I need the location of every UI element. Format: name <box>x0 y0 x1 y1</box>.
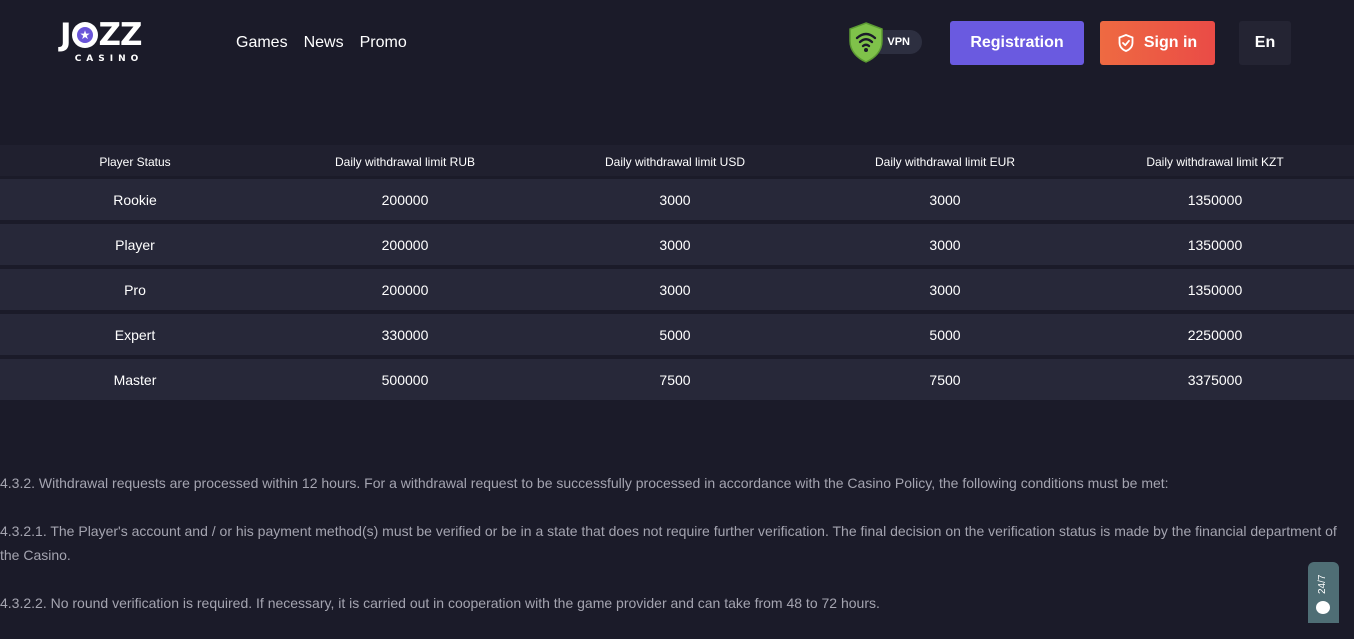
table-row: Master 500000 7500 7500 3375000 <box>0 359 1354 400</box>
table-cell: 200000 <box>381 191 429 208</box>
shield-check-icon <box>1118 34 1134 52</box>
table-cell: 1350000 <box>1187 281 1243 298</box>
site-header: J ★ ZZ CASINO Games News Promo VPN Registr… <box>0 0 1354 86</box>
table-cell: 3375000 <box>1187 371 1243 388</box>
wifi-shield-icon <box>849 22 883 63</box>
terms-paragraph: 4.3.2.2. No round verification is requir… <box>0 595 880 611</box>
withdrawal-limits-table: Player Status Daily withdrawal limit RUB… <box>0 145 1354 404</box>
vpn-badge[interactable]: VPN <box>846 21 924 63</box>
terms-paragraph: 4.3.2. Withdrawal requests are processed… <box>0 475 1169 491</box>
table-row: Player 200000 3000 3000 1350000 <box>0 224 1354 265</box>
table-header-cell: Daily withdrawal limit EUR <box>874 155 1016 169</box>
casino-chip-icon: ★ <box>71 22 98 48</box>
chat-bubble-icon <box>1316 601 1330 614</box>
registration-button[interactable]: Registration <box>950 21 1084 65</box>
table-header: Player Status Daily withdrawal limit RUB… <box>0 145 1354 179</box>
table-cell: 2250000 <box>1187 326 1243 343</box>
table-cell: Player <box>115 236 155 253</box>
registration-label: Registration <box>970 34 1064 51</box>
table-row: Rookie 200000 3000 3000 1350000 <box>0 179 1354 220</box>
nav-promo[interactable]: Promo <box>360 32 407 54</box>
sign-in-label: Sign in <box>1143 34 1198 51</box>
table-cell: 7500 <box>929 371 961 388</box>
table-cell: 3000 <box>659 281 691 298</box>
table-header-cell: Daily withdrawal limit RUB <box>334 155 476 169</box>
logo-wordmark: J ★ ZZ <box>60 17 143 53</box>
table-cell: 1350000 <box>1187 236 1243 253</box>
support-chat-button[interactable]: 24/7 <box>1308 562 1339 623</box>
table-cell: Expert <box>114 326 156 343</box>
table-cell: Pro <box>124 281 146 298</box>
language-selector[interactable]: En <box>1239 21 1291 65</box>
table-cell: 3000 <box>929 281 961 298</box>
table-cell: 3000 <box>929 236 961 253</box>
table-cell: 330000 <box>381 326 429 343</box>
table-cell: 3000 <box>659 236 691 253</box>
table-header-cell: Daily withdrawal limit USD <box>604 155 746 169</box>
table-row: Expert 330000 5000 5000 2250000 <box>0 314 1354 355</box>
terms-text: 4.3.2. Withdrawal requests are processed… <box>0 471 1354 639</box>
sign-in-button[interactable]: Sign in <box>1100 21 1215 65</box>
nav-news[interactable]: News <box>304 32 344 54</box>
table-cell: 3000 <box>659 191 691 208</box>
table-cell: 5000 <box>659 326 691 343</box>
table-cell: Rookie <box>113 191 157 208</box>
nav-games[interactable]: Games <box>236 32 288 54</box>
vpn-label: VPN <box>887 36 910 48</box>
chat-label: 24/7 <box>1317 574 1328 594</box>
table-cell: 7500 <box>659 371 691 388</box>
language-label: En <box>1254 34 1276 51</box>
jozz-casino-logo[interactable]: J ★ ZZ CASINO <box>60 18 158 66</box>
table-cell: 200000 <box>381 236 429 253</box>
table-cell: 500000 <box>381 371 429 388</box>
table-cell: 1350000 <box>1187 191 1243 208</box>
table-cell: Master <box>113 371 157 388</box>
table-header-cell: Player Status <box>99 155 171 169</box>
table-cell: 200000 <box>381 281 429 298</box>
logo-subtitle: CASINO <box>74 54 144 64</box>
terms-paragraph: 4.3.2.1. The Player's account and / or h… <box>0 523 1337 563</box>
main-nav: Games News Promo <box>236 32 407 54</box>
table-row: Pro 200000 3000 3000 1350000 <box>0 269 1354 310</box>
table-cell: 5000 <box>929 326 961 343</box>
table-header-cell: Daily withdrawal limit KZT <box>1146 155 1284 169</box>
table-cell: 3000 <box>929 191 961 208</box>
